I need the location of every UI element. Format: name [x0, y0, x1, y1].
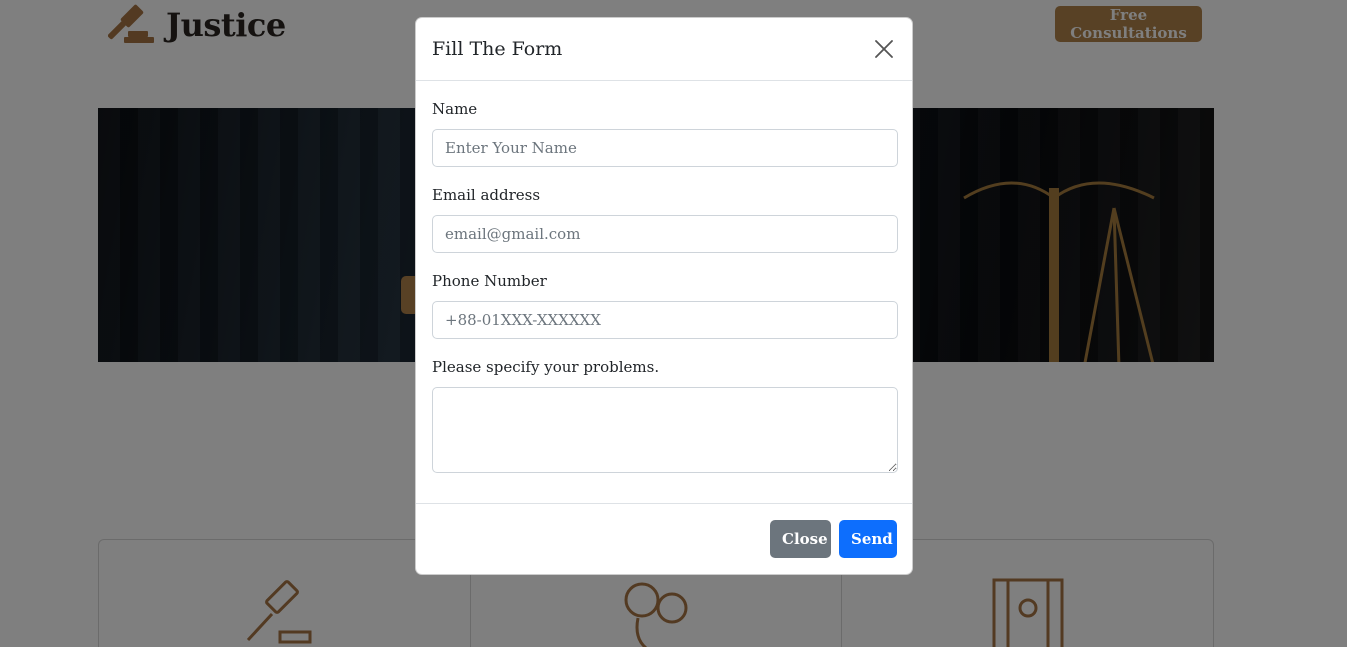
phone-label: Phone Number	[432, 272, 547, 290]
name-label: Name	[432, 100, 478, 118]
modal-body: Name Email address Phone Number Please s…	[416, 81, 912, 473]
modal-title: Fill The Form	[432, 38, 563, 60]
problem-label: Please specify your problems.	[432, 358, 660, 376]
phone-input[interactable]	[432, 301, 898, 339]
modal-footer: Close Send	[416, 503, 912, 574]
close-icon[interactable]	[872, 37, 896, 61]
close-button[interactable]: Close	[770, 520, 831, 558]
email-input[interactable]	[432, 215, 898, 253]
form-modal: Fill The Form Name Email address Phone N…	[415, 17, 913, 575]
problem-textarea[interactable]	[432, 387, 898, 473]
name-input[interactable]	[432, 129, 898, 167]
send-button[interactable]: Send	[839, 520, 897, 558]
modal-header: Fill The Form	[416, 18, 912, 81]
email-label: Email address	[432, 186, 541, 204]
